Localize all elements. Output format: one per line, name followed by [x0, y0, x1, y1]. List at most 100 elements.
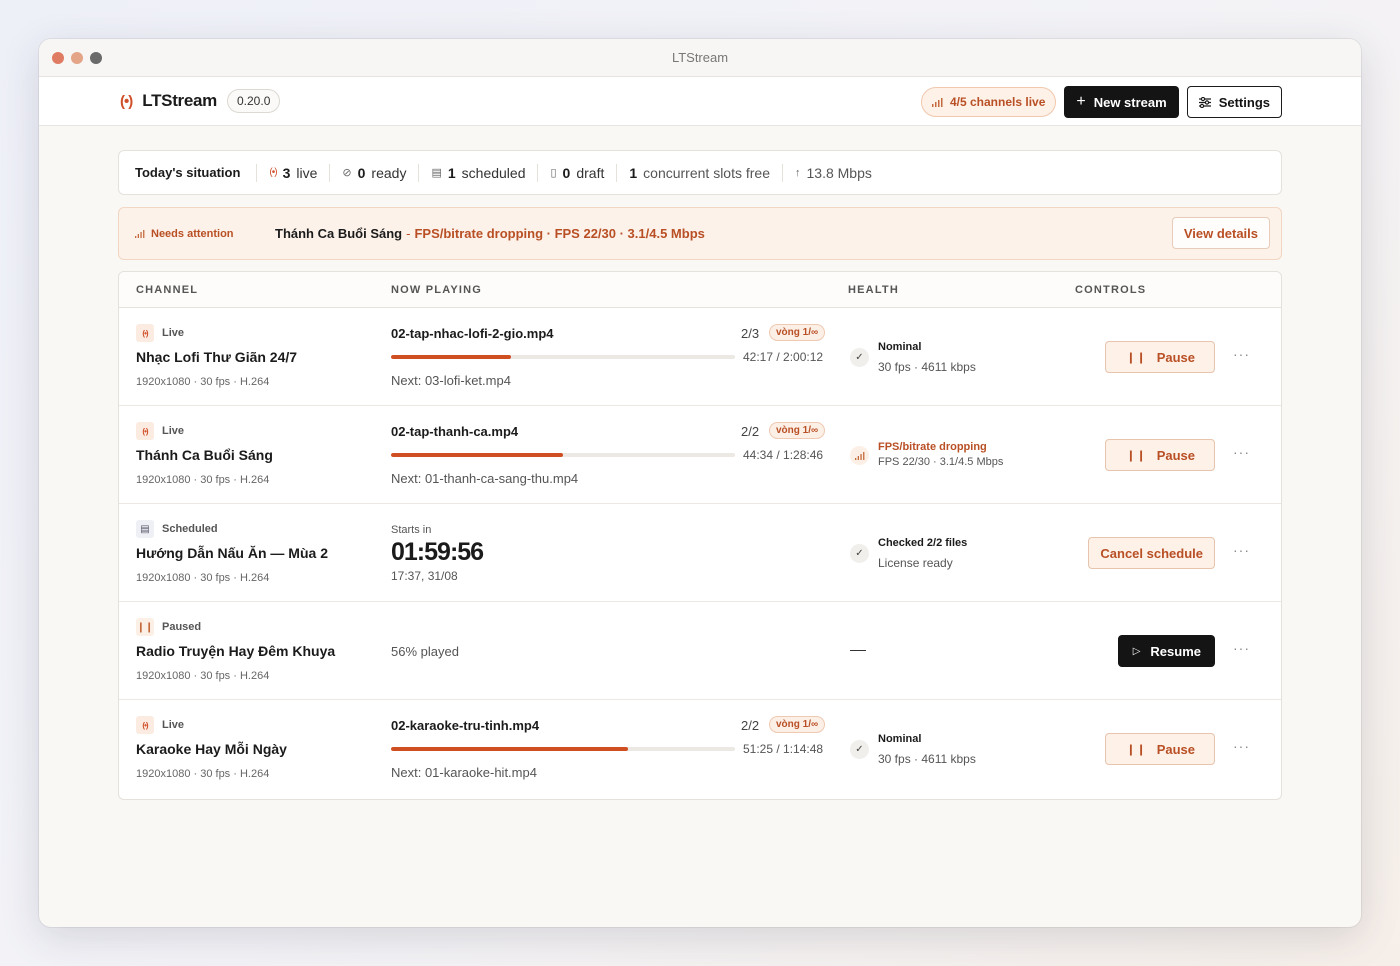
stat-live: (•) 3 live	[256, 163, 329, 182]
traffic-lights	[52, 52, 102, 64]
now-playing-file: 02-karaoke-tru-tinh.mp4	[391, 718, 540, 733]
channel-name: Radio Truyện Hay Đêm Khuya	[136, 643, 336, 659]
settings-label: Settings	[1218, 94, 1270, 110]
live-count: 3	[282, 164, 291, 181]
more-dots-icon[interactable]: ···	[1233, 444, 1250, 460]
starts-in-label: Starts in	[391, 524, 432, 536]
playlist-position: 2/2	[741, 424, 760, 439]
health-detail: 30 fps · 4611 kbps	[878, 752, 976, 766]
header-controls: CONTROLS	[1075, 284, 1147, 296]
broadcast-icon: (•)	[136, 324, 154, 342]
plus-icon: +	[1076, 93, 1086, 110]
scheduled-count: 1	[447, 164, 456, 181]
situation-title: Today's situation	[135, 165, 241, 180]
playback-time: 44:34 / 1:28:46	[743, 448, 824, 462]
pause-button[interactable]: ❙❙ Pause	[1105, 341, 1215, 373]
progress-fill	[391, 355, 512, 359]
playlist-position: 2/3	[741, 326, 760, 341]
minimize-window-button[interactable]	[71, 52, 83, 64]
pause-label: Pause	[1156, 741, 1195, 757]
broadcast-icon: (•)	[269, 167, 277, 178]
channel-name: Hướng Dẫn Nấu Ăn — Mùa 2	[136, 545, 328, 561]
table-row[interactable]: (•) Live Nhạc Lofi Thư Giãn 24/7 1920x10…	[119, 308, 1281, 406]
health-detail: 30 fps · 4611 kbps	[878, 360, 976, 374]
table-row[interactable]: (•) Live Karaoke Hay Mỗi Ngày 1920x1080 …	[119, 700, 1281, 799]
status-badge: ▤ Scheduled	[136, 520, 218, 538]
ready-label: ready	[371, 164, 407, 181]
playback-time: 51:25 / 1:14:48	[743, 742, 824, 756]
status-label: Live	[162, 425, 185, 437]
channel-spec: 1920x1080 · 30 fps · H.264	[136, 572, 270, 584]
close-window-button[interactable]	[52, 52, 64, 64]
pause-button[interactable]: ❙❙ Pause	[1105, 733, 1215, 765]
live-label: live	[296, 164, 318, 181]
settings-button[interactable]: Settings	[1186, 86, 1282, 118]
cancel-schedule-button[interactable]: Cancel schedule	[1088, 537, 1215, 569]
playback-time: 42:17 / 2:00:12	[743, 350, 824, 364]
table-row[interactable]: (•) Live Thánh Ca Buổi Sáng 1920x1080 · …	[119, 406, 1281, 504]
loop-badge: vòng 1/∞	[769, 716, 826, 733]
attention-label-group: Needs attention	[135, 228, 275, 240]
header-actions: 4/5 channels live + New stream Settings	[920, 86, 1282, 118]
broadcast-icon: (•)	[120, 92, 133, 110]
new-stream-label: New stream	[1093, 94, 1167, 110]
calendar-icon: ▤	[431, 167, 442, 179]
loop-badge: vòng 1/∞	[769, 324, 826, 341]
main-content: Today's situation (•) 3 live ⊘ 0 ready ▤…	[118, 150, 1282, 800]
check-circle-icon: ✓	[850, 544, 869, 563]
channels-live-pill[interactable]: 4/5 channels live	[920, 87, 1057, 117]
draft-file-icon: ▯	[550, 167, 557, 179]
check-circle-icon: ✓	[850, 740, 869, 759]
status-label: Paused	[162, 621, 202, 633]
countdown: 01:59:56	[391, 538, 484, 566]
status-label: Live	[162, 719, 185, 731]
more-dots-icon[interactable]: ···	[1233, 542, 1250, 558]
situation-bar: Today's situation (•) 3 live ⊘ 0 ready ▤…	[118, 150, 1282, 195]
progress-bar	[391, 355, 735, 359]
pause-icon: ❙❙	[136, 618, 154, 636]
now-playing-file: 02-tap-thanh-ca.mp4	[391, 424, 519, 439]
slots-label: concurrent slots free	[643, 164, 770, 181]
health-empty-dash	[850, 650, 866, 651]
draft-label: draft	[576, 164, 605, 181]
new-stream-button[interactable]: + New stream	[1064, 86, 1179, 118]
progress-bar	[391, 747, 735, 751]
more-dots-icon[interactable]: ···	[1233, 346, 1250, 362]
channel-name: Thánh Ca Buổi Sáng	[136, 447, 273, 463]
table-row[interactable]: ❙❙ Paused Radio Truyện Hay Đêm Khuya 192…	[119, 602, 1281, 700]
table-row[interactable]: ▤ Scheduled Hướng Dẫn Nấu Ăn — Mùa 2 192…	[119, 504, 1281, 602]
played-percent: 56% played	[391, 644, 459, 659]
signal-bars-icon	[931, 97, 943, 107]
bandwidth-value: 13.8 Mbps	[806, 164, 872, 181]
zoom-window-button[interactable]	[90, 52, 102, 64]
more-dots-icon[interactable]: ···	[1233, 738, 1250, 754]
stat-bandwidth: ↑ 13.8 Mbps	[782, 163, 884, 182]
app-header: (•) LTStream 0.20.0 4/5 channels live + …	[39, 77, 1361, 126]
channels-table: CHANNEL NOW PLAYING HEALTH CONTROLS (•) …	[118, 271, 1282, 800]
resume-button[interactable]: ▷ Resume	[1117, 635, 1215, 667]
resume-label: Resume	[1150, 643, 1201, 659]
arrow-up-icon: ↑	[795, 166, 801, 179]
channels-live-label: 4/5 channels live	[949, 95, 1046, 109]
status-label: Scheduled	[162, 523, 218, 535]
broadcast-icon: (•)	[136, 716, 154, 734]
pause-button[interactable]: ❙❙ Pause	[1105, 439, 1215, 471]
table-header: CHANNEL NOW PLAYING HEALTH CONTROLS	[119, 272, 1281, 308]
scheduled-label: scheduled	[461, 164, 526, 181]
channel-name: Karaoke Hay Mỗi Ngày	[136, 741, 287, 757]
window-title: LTStream	[671, 50, 729, 65]
draft-count: 0	[562, 164, 571, 181]
ready-count: 0	[357, 164, 366, 181]
health-detail: License ready	[878, 556, 953, 570]
check-circle-icon: ✓	[850, 348, 869, 367]
channel-spec: 1920x1080 · 30 fps · H.264	[136, 768, 270, 780]
channel-spec: 1920x1080 · 30 fps · H.264	[136, 670, 270, 682]
stat-ready: ⊘ 0 ready	[329, 163, 418, 182]
channel-spec: 1920x1080 · 30 fps · H.264	[136, 376, 270, 388]
health-title: FPS/bitrate dropping	[878, 441, 987, 453]
view-details-button[interactable]: View details	[1171, 217, 1270, 249]
header-health: HEALTH	[848, 284, 899, 296]
version-badge: 0.20.0	[227, 89, 281, 113]
loop-badge: vòng 1/∞	[769, 422, 826, 439]
more-dots-icon[interactable]: ···	[1233, 640, 1250, 656]
